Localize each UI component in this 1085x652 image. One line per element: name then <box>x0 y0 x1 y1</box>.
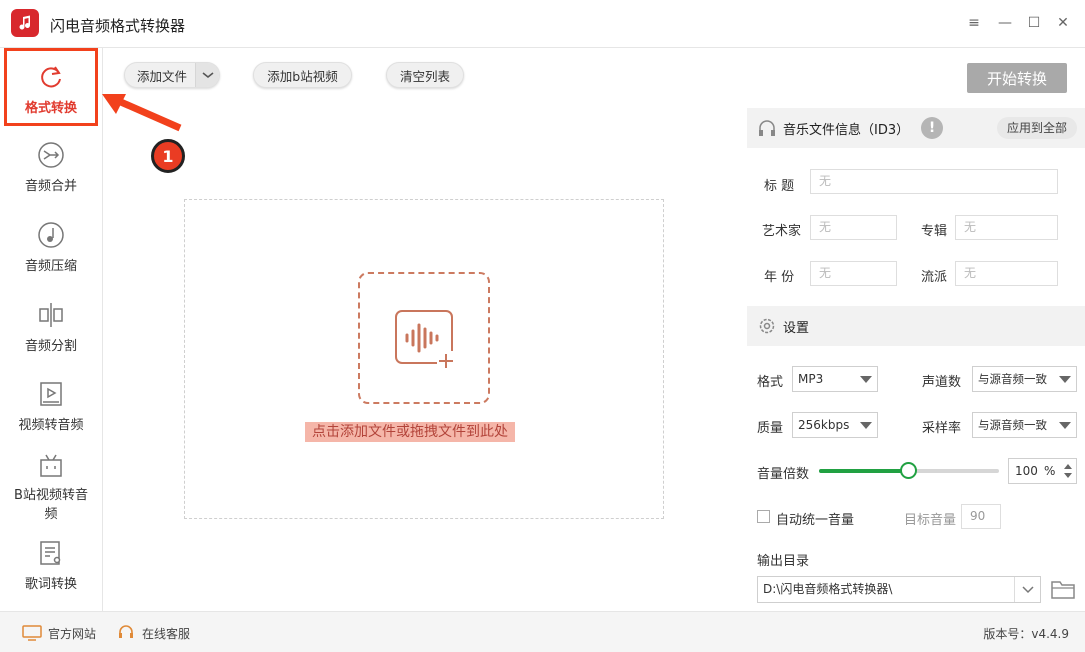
samplerate-select[interactable]: 与源音频一致 <box>972 412 1077 438</box>
sidebar-item-label: B站视频转音频 <box>14 488 88 522</box>
sidebar-item-label: 音频合并 <box>24 179 77 194</box>
annotation-arrow-icon <box>102 94 182 132</box>
artist-input[interactable]: 无 <box>810 215 897 240</box>
menu-icon[interactable]: ≡ <box>965 14 983 32</box>
format-value: MP3 <box>798 372 824 386</box>
album-input[interactable]: 无 <box>955 215 1058 240</box>
bilibili-icon <box>40 454 62 477</box>
settings-header: 设置 <box>747 306 1085 346</box>
chevron-down-icon <box>860 376 872 383</box>
output-dir-value: D:\闪电音频格式转换器\ <box>763 582 893 596</box>
website-link[interactable]: 官方网站 <box>48 625 96 642</box>
sidebar: 格式转换 音频合并 音频压缩 音频分割 视频转音频 B站视频转音频 歌词转换 <box>0 48 103 611</box>
volume-stepper[interactable]: 100 % <box>1008 458 1077 484</box>
genre-label: 流派 <box>921 270 948 285</box>
info-icon[interactable]: ! <box>921 117 944 139</box>
stepper-arrows-icon[interactable] <box>1063 463 1073 479</box>
add-file-label: 添加文件 <box>137 68 188 84</box>
close-button[interactable]: ✕ <box>1054 14 1072 32</box>
website-icon <box>22 625 42 641</box>
id3-title: 音乐文件信息（ID3） <box>783 122 910 138</box>
format-select[interactable]: MP3 <box>792 366 878 392</box>
auto-volume-checkbox[interactable] <box>757 510 770 523</box>
target-volume-input[interactable]: 90 <box>961 504 1001 529</box>
id3-header: 音乐文件信息（ID3） ! 应用到全部 <box>747 108 1085 148</box>
add-bilibili-button[interactable]: 添加b站视频 <box>253 62 352 88</box>
split-icon <box>39 303 63 327</box>
version-text: 版本号：v4.4.9 <box>983 627 1069 641</box>
genre-input[interactable]: 无 <box>955 261 1058 286</box>
auto-volume-label: 自动统一音量 <box>776 513 855 528</box>
output-dir-select[interactable]: D:\闪电音频格式转换器\ <box>757 576 1041 603</box>
channels-label: 声道数 <box>922 375 962 390</box>
chevron-down-icon <box>1059 422 1071 429</box>
sidebar-item-label: 格式转换 <box>24 101 77 116</box>
sidebar-item-label: 歌词转换 <box>24 577 77 592</box>
sidebar-item-audio-compress[interactable]: 音频压缩 <box>0 221 102 274</box>
app-logo-icon <box>11 9 39 37</box>
sidebar-item-label: 音频压缩 <box>24 259 77 274</box>
step-badge: 1 <box>151 139 185 173</box>
target-volume-label: 目标音量 <box>904 513 957 528</box>
quality-value: 256kbps <box>798 418 850 432</box>
chevron-down-icon <box>1059 376 1071 383</box>
video-to-audio-icon <box>40 382 62 406</box>
quality-label: 质量 <box>757 421 784 436</box>
volume-label: 音量倍数 <box>757 467 810 482</box>
sidebar-item-video-to-audio[interactable]: 视频转音频 <box>0 380 102 433</box>
folder-icon[interactable] <box>1051 579 1075 599</box>
year-label: 年 份 <box>764 270 795 285</box>
chevron-down-icon <box>1022 586 1034 594</box>
status-bar: 官方网站 在线客服 版本号：v4.4.9 <box>0 611 1085 652</box>
samplerate-value: 与源音频一致 <box>978 418 1047 432</box>
album-label: 专辑 <box>921 224 948 239</box>
format-label: 格式 <box>757 375 784 390</box>
add-audio-target[interactable] <box>358 272 490 404</box>
sidebar-item-bilibili-to-audio[interactable]: B站视频转音频 <box>0 452 102 524</box>
add-audio-icon <box>395 310 457 371</box>
refresh-icon <box>41 66 61 88</box>
merge-icon <box>38 142 64 168</box>
add-file-dropdown[interactable] <box>195 63 219 87</box>
minimize-button[interactable]: — <box>996 14 1014 32</box>
chevron-down-icon <box>860 422 872 429</box>
volume-unit: % <box>1044 464 1056 478</box>
channels-select[interactable]: 与源音频一致 <box>972 366 1077 392</box>
lyrics-icon <box>40 541 61 565</box>
output-dir-label: 输出目录 <box>757 554 810 569</box>
drop-hint-text[interactable]: 点击添加文件或拖拽文件到此处 <box>305 422 515 442</box>
add-file-button[interactable]: 添加文件 <box>124 62 220 88</box>
maximize-button[interactable]: ☐ <box>1025 14 1043 32</box>
headset-icon <box>119 625 133 638</box>
compress-icon <box>38 222 64 248</box>
chevron-down-icon <box>202 72 214 79</box>
artist-label: 艺术家 <box>762 224 802 239</box>
volume-slider[interactable] <box>819 462 999 479</box>
settings-title: 设置 <box>783 320 810 336</box>
sidebar-item-format-convert[interactable]: 格式转换 <box>0 63 102 116</box>
support-link[interactable]: 在线客服 <box>142 625 190 642</box>
year-input[interactable]: 无 <box>810 261 897 286</box>
sidebar-item-label: 视频转音频 <box>18 418 84 433</box>
title-bar: 闪电音频格式转换器 ≡ — ☐ ✕ <box>0 0 1085 48</box>
start-convert-button[interactable]: 开始转换 <box>967 63 1067 93</box>
title-input[interactable]: 无 <box>810 169 1058 194</box>
sidebar-item-lyrics-convert[interactable]: 歌词转换 <box>0 539 102 592</box>
samplerate-label: 采样率 <box>922 421 962 436</box>
clear-list-button[interactable]: 清空列表 <box>386 62 464 88</box>
volume-slider-fill <box>819 469 909 473</box>
gear-icon <box>759 318 775 334</box>
volume-value: 100 <box>1015 464 1038 478</box>
channels-value: 与源音频一致 <box>978 372 1047 386</box>
output-dir-dropdown[interactable] <box>1014 577 1040 602</box>
sidebar-item-audio-split[interactable]: 音频分割 <box>0 301 102 354</box>
apply-all-button[interactable]: 应用到全部 <box>996 117 1077 139</box>
app-title: 闪电音频格式转换器 <box>50 17 186 35</box>
sidebar-item-audio-merge[interactable]: 音频合并 <box>0 141 102 194</box>
sidebar-item-label: 音频分割 <box>24 339 77 354</box>
quality-select[interactable]: 256kbps <box>792 412 878 438</box>
volume-slider-thumb[interactable] <box>900 462 917 479</box>
title-label: 标 题 <box>764 179 795 194</box>
headphones-icon <box>759 120 775 136</box>
